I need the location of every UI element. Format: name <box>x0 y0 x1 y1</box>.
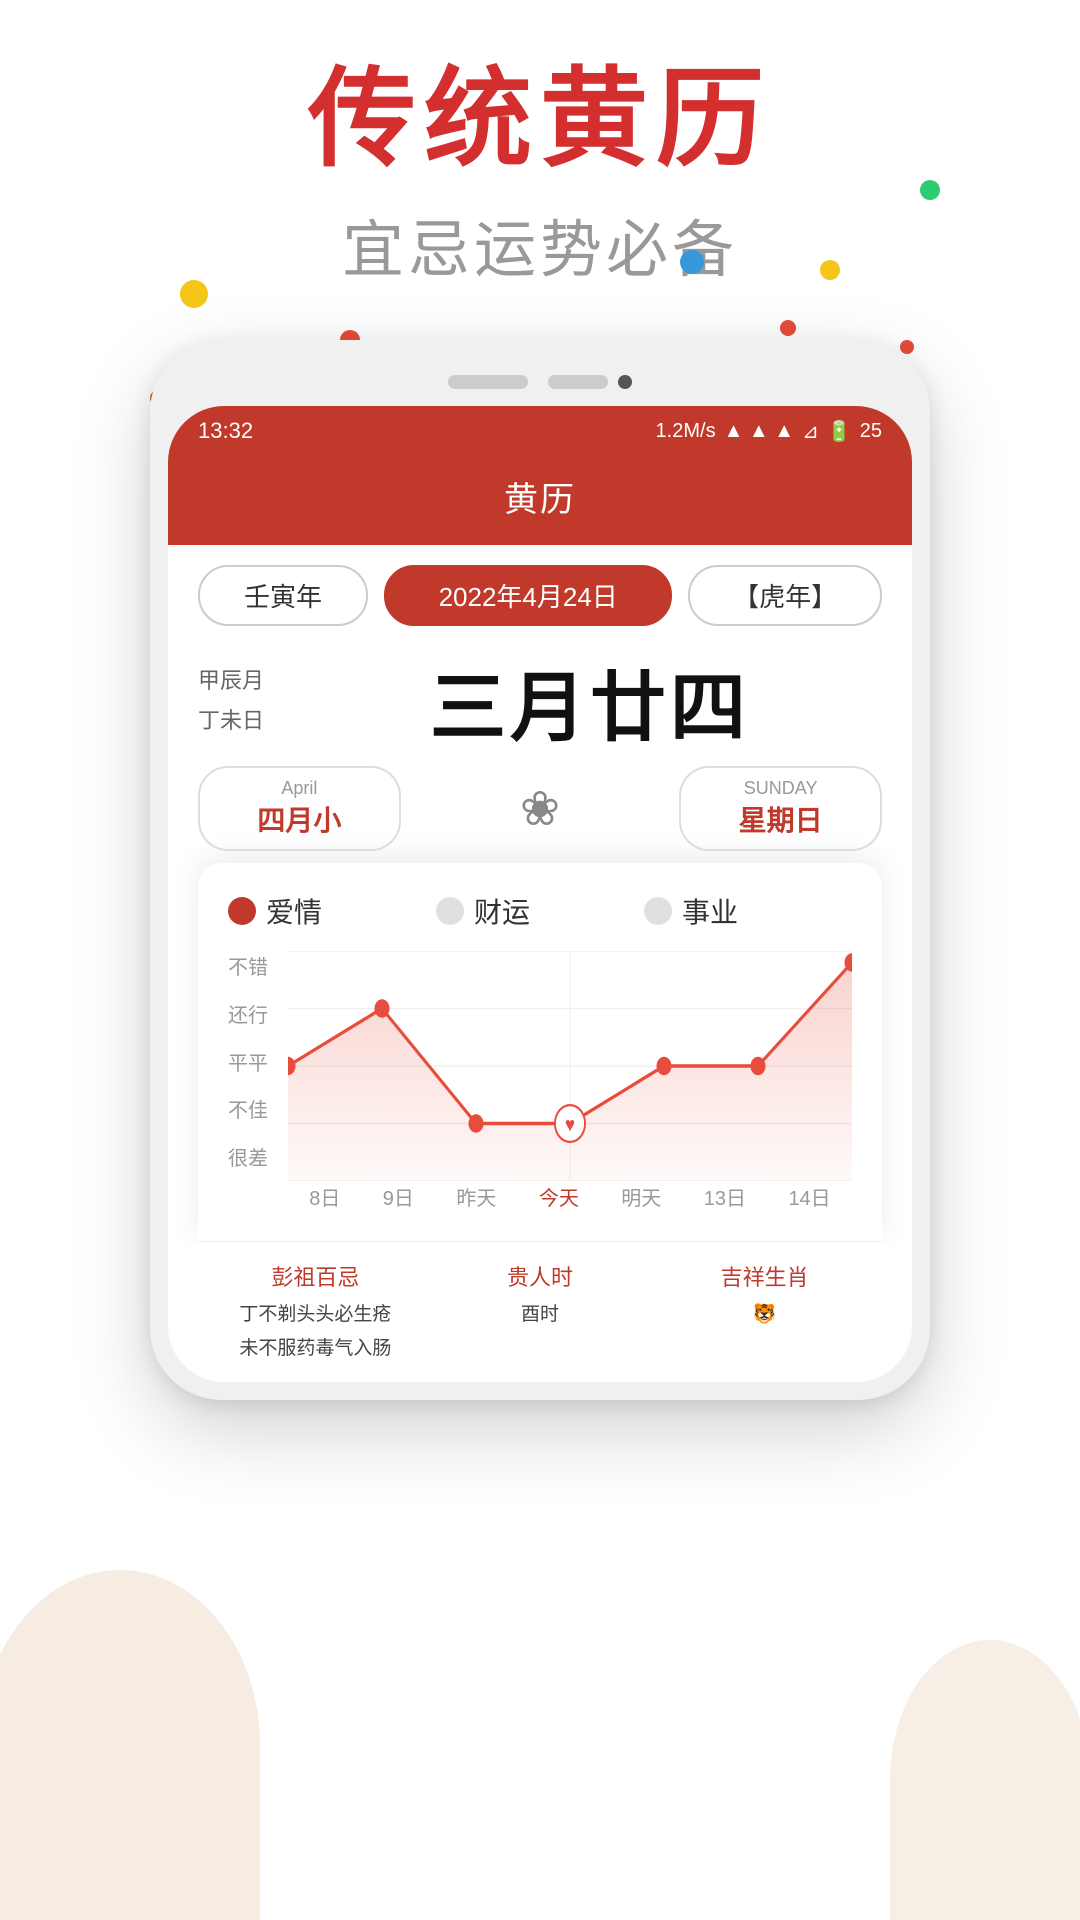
date-main: 2022年4月24日 <box>384 565 672 626</box>
chart-dot-4 <box>656 1057 671 1075</box>
month-tag: April 四月小 <box>198 766 401 851</box>
tab-dot-wealth <box>436 897 464 925</box>
hero-subtitle: 宜忌运势必备 <box>0 199 1080 289</box>
tab-wealth[interactable]: 财运 <box>436 891 644 931</box>
pengzu-title: 彭祖百忌 <box>208 1258 423 1298</box>
chart-dot-2 <box>468 1114 483 1132</box>
chart-dot-1 <box>374 999 389 1017</box>
phone-front-cam <box>548 375 608 389</box>
tab-wealth-label: 财运 <box>474 891 530 931</box>
chart-dot-5 <box>750 1057 765 1075</box>
hero-section: 传统黄历 宜忌运势必备 <box>0 60 1080 289</box>
chart-y-labels: 不错 还行 平平 不佳 很差 <box>228 951 288 1181</box>
lunar-day-label: 丁未日 <box>198 701 298 741</box>
status-time: 13:32 <box>198 418 253 444</box>
status-bar: 13:32 1.2M/s ▲ ▲ ▲ ⊿ 🔋 25 <box>168 406 912 456</box>
year-zodiac: 【虎年】 <box>688 565 882 626</box>
day-label: SUNDAY <box>681 778 880 799</box>
x-label-4: 明天 <box>621 1182 661 1211</box>
lunar-date: 三月廿四 <box>298 646 882 756</box>
info-pengzu: 彭祖百忌 丁不剃头头必生疮未不服药毒气入肠 <box>208 1258 423 1366</box>
ornament: ❀ <box>421 781 660 837</box>
decorative-dot-5 <box>920 180 940 200</box>
x-label-0: 8日 <box>309 1182 340 1211</box>
decorative-dot-2 <box>680 250 704 274</box>
tab-dot-career <box>644 897 672 925</box>
decorative-dot-0 <box>180 280 208 308</box>
pengzu-content: 丁不剃头头必生疮未不服药毒气入肠 <box>208 1298 423 1366</box>
info-guiren: 贵人时 酉时 <box>433 1258 648 1366</box>
phone-sensor <box>618 375 632 389</box>
year-cn: 壬寅年 <box>198 565 368 626</box>
status-right: 1.2M/s ▲ ▲ ▲ ⊿ 🔋 25 <box>656 419 882 444</box>
chart-x-labels: 8日 9日 昨天 今天 明天 13日 14日 <box>288 1182 852 1211</box>
day-tag: SUNDAY 星期日 <box>679 766 882 851</box>
guiren-content: 酉时 <box>433 1298 648 1332</box>
fortune-chart: 不错 还行 平平 不佳 很差 <box>228 951 852 1211</box>
x-label-2: 昨天 <box>456 1182 496 1211</box>
y-label-1: 还行 <box>228 999 288 1028</box>
fortune-panel: 爱情 财运 事业 不错 <box>198 863 882 1241</box>
lunar-side: 甲辰月 丁未日 <box>198 661 298 740</box>
guiren-title: 贵人时 <box>433 1258 648 1298</box>
x-label-1: 9日 <box>383 1182 414 1211</box>
phone-top-bar <box>168 358 912 406</box>
tab-love-label: 爱情 <box>266 891 322 931</box>
status-battery-num: 25 <box>860 420 882 443</box>
tab-career[interactable]: 事业 <box>644 891 852 931</box>
phone-mockup: 13:32 1.2M/s ▲ ▲ ▲ ⊿ 🔋 25 黄历 壬寅年 2022年4月… <box>150 340 930 1400</box>
y-label-3: 不佳 <box>228 1094 288 1123</box>
y-label-0: 不错 <box>228 951 288 980</box>
shengxiao-title: 吉祥生肖 <box>657 1258 872 1298</box>
decorative-dot-4 <box>820 260 840 280</box>
chart-svg-wrapper: ♥ <box>288 951 852 1181</box>
status-speed: 1.2M/s <box>656 420 716 443</box>
fortune-svg: ♥ <box>288 951 852 1181</box>
x-label-5: 13日 <box>704 1182 746 1211</box>
app-header: 黄历 <box>168 456 912 545</box>
lunar-info: 甲辰月 丁未日 三月廿四 <box>198 646 882 756</box>
deco-left <box>0 1570 260 1920</box>
bottom-info: 彭祖百忌 丁不剃头头必生疮未不服药毒气入肠 贵人时 酉时 吉祥生肖 🐯 <box>198 1241 882 1382</box>
decorative-dot-3 <box>780 320 796 336</box>
y-label-4: 很差 <box>228 1142 288 1171</box>
chart-heart-icon: ♥ <box>565 1114 575 1137</box>
x-label-today: 今天 <box>539 1182 579 1211</box>
x-label-6: 14日 <box>788 1182 830 1211</box>
day-cn: 星期日 <box>739 805 823 836</box>
tab-dot-love <box>228 897 256 925</box>
month-label: April <box>200 778 399 799</box>
lunar-month: 甲辰月 <box>198 661 298 701</box>
calendar-body: 壬寅年 2022年4月24日 【虎年】 甲辰月 丁未日 三月廿四 April <box>168 545 912 1382</box>
phone-outer: 13:32 1.2M/s ▲ ▲ ▲ ⊿ 🔋 25 黄历 壬寅年 2022年4月… <box>150 340 930 1400</box>
deco-right <box>890 1640 1080 1920</box>
status-signal: ▲ ▲ ▲ <box>724 420 795 443</box>
tiger-icon: 🐯 <box>657 1298 872 1332</box>
fortune-tabs: 爱情 财运 事业 <box>228 891 852 931</box>
phone-speaker <box>448 375 528 389</box>
status-wifi: ⊿ <box>802 419 819 444</box>
phone-screen: 13:32 1.2M/s ▲ ▲ ▲ ⊿ 🔋 25 黄历 壬寅年 2022年4月… <box>168 406 912 1382</box>
month-cn: 四月小 <box>257 805 341 836</box>
tab-love[interactable]: 爱情 <box>228 891 436 931</box>
year-row: 壬寅年 2022年4月24日 【虎年】 <box>198 565 882 626</box>
y-label-2: 平平 <box>228 1047 288 1076</box>
info-shengxiao: 吉祥生肖 🐯 <box>657 1258 872 1366</box>
tab-career-label: 事业 <box>682 891 738 931</box>
month-day-row: April 四月小 ❀ SUNDAY 星期日 <box>198 766 882 851</box>
status-battery: 🔋 <box>827 419 852 444</box>
hero-title: 传统黄历 <box>0 60 1080 179</box>
app-title: 黄历 <box>504 481 576 519</box>
